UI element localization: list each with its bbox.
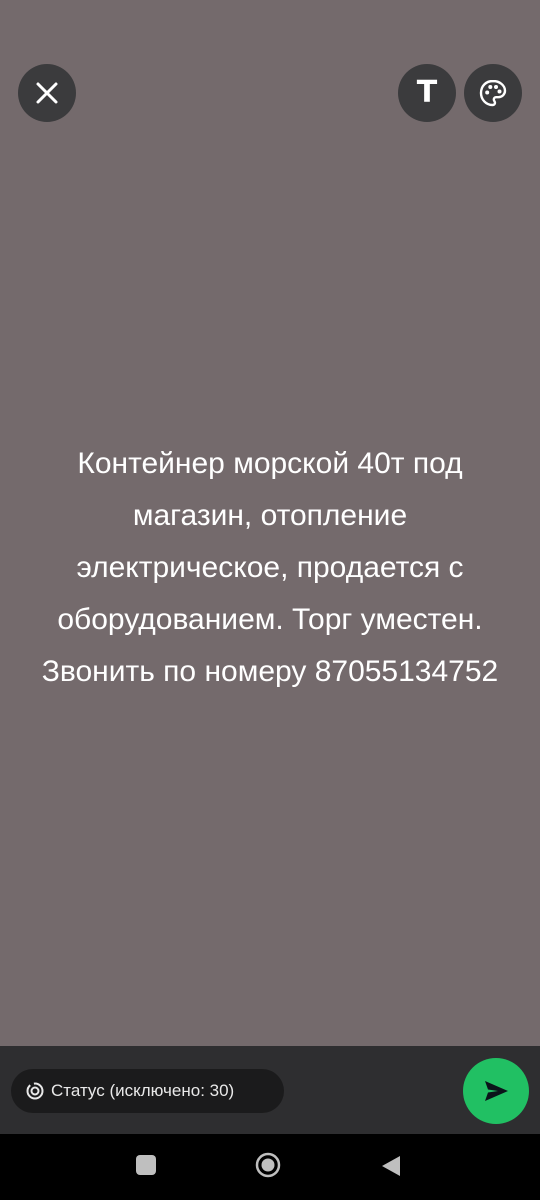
privacy-label: Статус (исключено: 30) xyxy=(51,1081,235,1100)
status-text-content[interactable]: Контейнер морской 40т под магазин, отопл… xyxy=(30,438,510,698)
home-icon[interactable] xyxy=(255,1152,281,1178)
back-icon[interactable] xyxy=(380,1154,402,1178)
background-color-button[interactable] xyxy=(464,64,522,122)
text-style-button[interactable]: T xyxy=(398,64,456,122)
status-privacy-icon xyxy=(26,1082,44,1100)
send-button[interactable] xyxy=(463,1058,529,1124)
close-button[interactable] xyxy=(18,64,76,122)
text-icon: T xyxy=(416,75,438,110)
palette-icon xyxy=(479,79,507,107)
status-composer-screen: T Контейнер морской 40т под магазин, ото… xyxy=(0,0,540,1200)
recent-apps-icon[interactable] xyxy=(136,1155,156,1175)
status-privacy-chip[interactable]: Статус (исключено: 30) xyxy=(11,1069,284,1113)
close-icon xyxy=(36,82,58,104)
send-icon xyxy=(485,1081,508,1101)
